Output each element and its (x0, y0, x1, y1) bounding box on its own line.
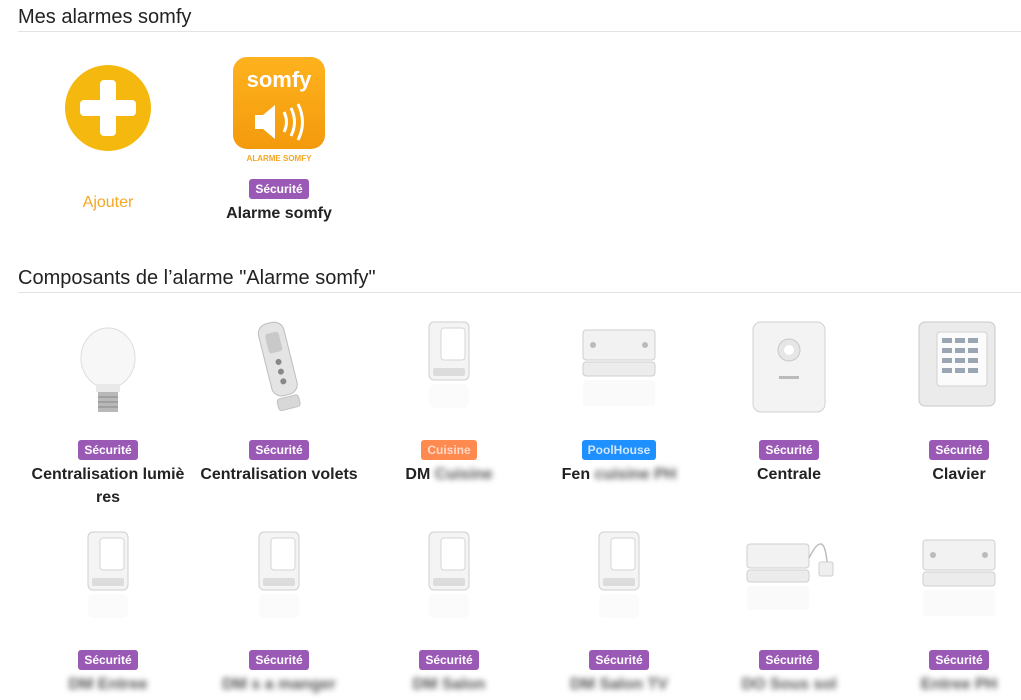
component-name[interactable]: Centralisation volets (194, 463, 364, 486)
category-badge: Cuisine (421, 440, 477, 460)
component-tile[interactable]: Sécurité DM Salon TV (534, 528, 704, 696)
svg-text:somfy: somfy (247, 67, 313, 92)
component-tile[interactable]: Sécurité DO Sous sol (704, 528, 874, 696)
component-name[interactable]: DM Salon (364, 673, 534, 696)
components-section-title: Composants de l’alarme "Alarme somfy" (18, 267, 376, 289)
door-sensor-icon (909, 528, 1009, 628)
remote-control-icon (229, 318, 329, 418)
component-name[interactable]: Centrale (704, 463, 874, 486)
component-tile[interactable]: Sécurité DM s a manger (194, 528, 364, 696)
section-divider (18, 292, 1021, 293)
component-tile[interactable]: Cuisine DM Cuisine (364, 318, 534, 486)
motion-detector-icon (569, 528, 669, 628)
door-sensor-icon (569, 318, 669, 418)
category-badge: Sécurité (249, 179, 309, 199)
category-badge: Sécurité (759, 440, 819, 460)
component-name-line: res (95, 489, 121, 506)
section-divider (18, 31, 1021, 32)
add-icon[interactable] (58, 58, 158, 158)
category-badge: Sécurité (249, 440, 309, 460)
component-name[interactable]: DO Sous sol (704, 673, 874, 696)
category-badge: Sécurité (78, 440, 138, 460)
component-name[interactable]: Clavier (874, 463, 1021, 486)
motion-detector-icon (399, 528, 499, 628)
category-badge: Sécurité (929, 440, 989, 460)
component-name[interactable]: DM Entree (23, 673, 193, 696)
motion-detector-icon (229, 528, 329, 628)
somfy-alarm-logo: somfy ALARME SOMFY (229, 57, 329, 165)
component-name[interactable]: DM Salon TV (534, 673, 704, 696)
component-tile[interactable]: Sécurité Centralisation lumiè res (23, 318, 193, 509)
category-badge: Sécurité (589, 650, 649, 670)
component-tile[interactable]: Sécurité DM Entree (23, 528, 193, 696)
motion-detector-icon (399, 318, 499, 418)
add-alarm-tile[interactable]: Ajouter (23, 58, 193, 212)
category-badge: Sécurité (929, 650, 989, 670)
add-alarm-label[interactable]: Ajouter (23, 194, 193, 212)
component-tile[interactable]: PoolHouse Fen cuisine PH (534, 318, 704, 486)
light-bulb-icon (58, 318, 158, 418)
component-tile[interactable]: Sécurité Centrale (704, 318, 874, 486)
component-name[interactable]: Entree PH (874, 673, 1021, 696)
category-badge: Sécurité (249, 650, 309, 670)
component-name[interactable]: Fen cuisine PH (534, 463, 704, 486)
svg-text:ALARME SOMFY: ALARME SOMFY (247, 154, 313, 163)
component-tile[interactable]: Sécurité Centralisation volets (194, 318, 364, 486)
alarm-central-icon (739, 318, 839, 418)
component-name[interactable]: DM s a manger (194, 673, 364, 696)
alarm-name[interactable]: Alarme somfy (194, 202, 364, 225)
component-tile[interactable]: Sécurité Clavier (874, 318, 1021, 486)
door-sensor-wired-icon (739, 528, 839, 628)
category-badge: Sécurité (419, 650, 479, 670)
category-badge: PoolHouse (581, 440, 657, 460)
category-badge: Sécurité (78, 650, 138, 670)
keypad-icon (909, 318, 1009, 418)
motion-detector-icon (58, 528, 158, 628)
component-name[interactable]: Centralisation lumiè res (23, 463, 193, 509)
component-tile[interactable]: Sécurité Entree PH (874, 528, 1021, 696)
category-badge: Sécurité (759, 650, 819, 670)
component-name-line: Centralisation lumiè (31, 466, 185, 483)
alarms-section-title: Mes alarmes somfy (18, 6, 192, 28)
alarm-tile[interactable]: somfy ALARME SOMFY Sécurité Alarme somfy (194, 57, 364, 225)
component-tile[interactable]: Sécurité DM Salon (364, 528, 534, 696)
component-name[interactable]: DM Cuisine (364, 463, 534, 486)
